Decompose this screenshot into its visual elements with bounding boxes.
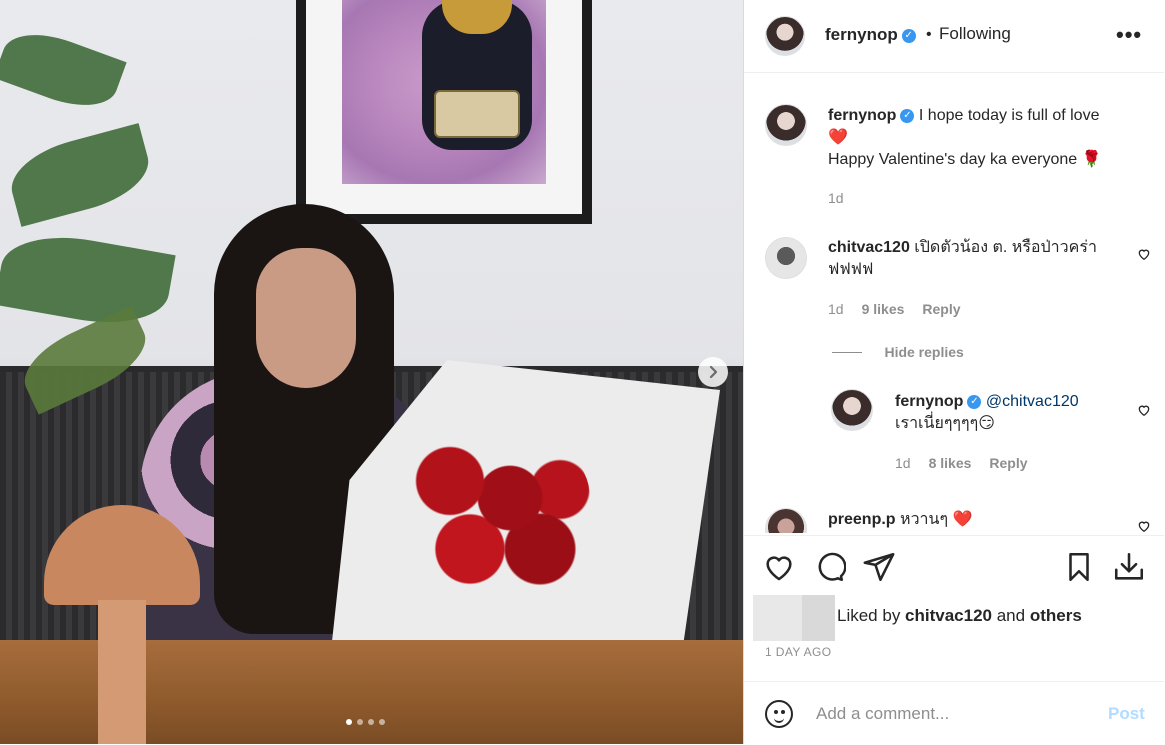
carousel-dot xyxy=(379,719,385,725)
caption-time: 1d xyxy=(828,190,844,206)
comment-meta: 1d 9 likes Reply xyxy=(828,301,961,317)
person-face xyxy=(256,248,356,388)
plant-leaf xyxy=(0,225,176,335)
post-time-ago[interactable]: 1 DAY AGO xyxy=(765,645,832,659)
reply-text: เราเนี่ยๆๆๆๆ😏 xyxy=(895,415,995,432)
like-comment-icon[interactable] xyxy=(1137,247,1151,261)
separator: • xyxy=(926,26,932,43)
post-photo[interactable] xyxy=(0,0,743,744)
like-comment-icon[interactable] xyxy=(1137,519,1151,533)
post-side-panel: fernynop ✓ • Following ••• fernynop ✓ I ho… xyxy=(743,0,1164,744)
emoji-icon[interactable] xyxy=(765,700,793,728)
username-text[interactable]: fernynop xyxy=(825,25,898,44)
lamp-stem xyxy=(98,600,146,744)
post-button[interactable]: Post xyxy=(1108,704,1145,724)
liked-user[interactable]: chitvac120 xyxy=(905,606,992,625)
next-photo-button[interactable] xyxy=(698,357,728,387)
comment-likes[interactable]: 9 likes xyxy=(862,301,905,317)
liked-by-text[interactable]: Liked by chitvac120 and others xyxy=(837,606,1082,626)
reply-time: 1d xyxy=(895,455,911,471)
like-comment-icon[interactable] xyxy=(1137,403,1151,417)
share-icon[interactable] xyxy=(862,550,896,584)
chevron-right-icon xyxy=(709,365,718,379)
more-options-icon[interactable]: ••• xyxy=(1116,22,1142,48)
avatar[interactable] xyxy=(831,389,873,431)
carousel-dot xyxy=(368,719,374,725)
comments-list[interactable]: fernynop ✓ I hope today is full of love ❤… xyxy=(744,73,1164,533)
caption-username[interactable]: fernynop xyxy=(828,107,896,124)
following-button[interactable]: Following xyxy=(939,24,1011,44)
liked-others[interactable]: others xyxy=(1030,606,1082,625)
avatar[interactable] xyxy=(765,104,807,146)
comment-time: 1d xyxy=(828,301,844,317)
divider xyxy=(832,352,862,354)
carousel-indicator xyxy=(346,719,385,725)
carousel-dot xyxy=(346,719,352,725)
comment-icon[interactable] xyxy=(812,550,847,584)
comment-input[interactable] xyxy=(814,700,1098,728)
like-icon[interactable] xyxy=(762,550,796,584)
post-actions: Liked by chitvac120 and others 1 DAY AGO xyxy=(744,535,1164,686)
reply: fernynop ✓ @chitvac120 เราเนี่ยๆๆๆๆ😏 xyxy=(895,391,1125,435)
download-icon[interactable] xyxy=(1112,550,1146,584)
comment: chitvac120 เปิดตัวน้อง ต. หรือป่าวคร่า ฟ… xyxy=(828,237,1118,281)
author-username[interactable]: fernynop ✓ xyxy=(825,25,916,45)
liked-prefix: Liked by xyxy=(837,606,906,625)
verified-badge-icon: ✓ xyxy=(967,394,982,409)
verified-badge-icon: ✓ xyxy=(901,28,916,43)
red-roses xyxy=(390,430,590,600)
liked-by-avatars[interactable] xyxy=(753,595,835,641)
verified-badge-icon: ✓ xyxy=(900,108,915,123)
liked-and: and xyxy=(992,606,1030,625)
comment-text: หวานๆ ❤️ xyxy=(900,511,973,528)
reply-button[interactable]: Reply xyxy=(922,301,960,317)
plant-leaf xyxy=(3,123,157,227)
reply-button[interactable]: Reply xyxy=(989,455,1027,471)
caption-line2: Happy Valentine's day ka everyone 🌹 xyxy=(828,151,1102,168)
hide-replies-button[interactable]: Hide replies xyxy=(832,344,964,362)
add-comment-bar: Post xyxy=(744,681,1164,745)
framed-artwork xyxy=(296,0,592,224)
carousel-dot xyxy=(357,719,363,725)
reply-meta: 1d 8 likes Reply xyxy=(895,455,1028,471)
hide-replies-label[interactable]: Hide replies xyxy=(884,344,963,360)
comment-username[interactable]: preenp.p xyxy=(828,511,896,528)
comment: preenp.p หวานๆ ❤️ xyxy=(828,509,1118,531)
reply-username[interactable]: fernynop xyxy=(895,393,963,410)
caption-line1: I hope today is full of love xyxy=(918,107,1100,124)
plant-leaf xyxy=(0,21,127,119)
reply-likes[interactable]: 8 likes xyxy=(929,455,972,471)
bookmark-icon[interactable] xyxy=(1062,550,1096,584)
avatar[interactable] xyxy=(765,508,807,533)
avatar[interactable] xyxy=(765,16,805,56)
post-header: fernynop ✓ • Following ••• xyxy=(744,0,1164,73)
comment-username[interactable]: chitvac120 xyxy=(828,239,910,256)
caption: fernynop ✓ I hope today is full of love ❤… xyxy=(828,105,1128,171)
heart-emoji: ❤️ xyxy=(828,129,848,146)
reply-mention[interactable]: @chitvac120 xyxy=(986,393,1079,410)
avatar[interactable] xyxy=(765,237,807,279)
